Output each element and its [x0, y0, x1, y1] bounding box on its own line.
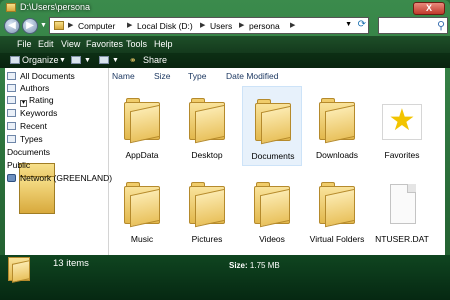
recent-pages-dropdown[interactable]: ▼	[40, 22, 47, 29]
nav-item-public[interactable]: Public	[7, 160, 55, 214]
navigation-row: ◀ ▶ ▼ ▶ Computer ▶ Local Disk (D:) ▶ Use…	[0, 16, 450, 36]
menu-tools[interactable]: Tools	[126, 39, 147, 49]
column-header-date-modified[interactable]: Date Modified	[226, 71, 278, 81]
folder-icon	[8, 257, 30, 283]
file-item-documents[interactable]: Documents	[242, 86, 302, 166]
views-icon[interactable]	[71, 56, 81, 64]
layout-icon[interactable]	[99, 56, 109, 64]
views-dropdown-icon[interactable]: ▼	[84, 57, 91, 64]
menu-favorites[interactable]: Favorites	[86, 39, 123, 49]
file-item-music[interactable]: Music	[112, 170, 172, 250]
organize-button[interactable]: Organize	[22, 55, 59, 65]
search-folder-icon	[7, 72, 16, 80]
explorer-window: D:\Users\persona X ◀ ▶ ▼ ▶ Computer ▶ Lo…	[0, 0, 450, 300]
chevron-right-icon[interactable]: ▶	[200, 21, 205, 29]
menu-help[interactable]: Help	[154, 39, 173, 49]
close-button[interactable]: X	[413, 2, 445, 15]
layout-dropdown-icon[interactable]: ▼	[112, 57, 119, 64]
menu-file[interactable]: File	[17, 39, 32, 49]
file-item-favorites[interactable]: ★ Favorites	[372, 86, 432, 166]
content-area: All Documents Authors ▾ Rating Keywords R…	[5, 68, 445, 255]
chevron-right-icon[interactable]: ▶	[290, 21, 295, 29]
file-item-desktop[interactable]: Desktop	[177, 86, 237, 166]
organize-icon	[10, 56, 20, 64]
nav-item-network[interactable]: Network (GREENLAND)	[7, 173, 112, 184]
network-icon	[7, 174, 16, 182]
file-item-ntuser-dat[interactable]: NTUSER.DAT	[372, 170, 432, 250]
folder-icon	[6, 3, 16, 12]
share-icon: ⚭	[129, 55, 137, 65]
file-item-appdata[interactable]: AppData	[112, 86, 172, 166]
nav-item-recent[interactable]: Recent	[7, 121, 47, 132]
menu-bar: File Edit View Favorites Tools Help	[0, 36, 450, 53]
file-label: Favorites	[384, 150, 420, 160]
refresh-icon[interactable]: ⟳	[358, 19, 366, 30]
navigation-pane: All Documents Authors ▾ Rating Keywords R…	[5, 68, 112, 255]
search-folder-icon	[7, 96, 16, 104]
chevron-right-icon[interactable]: ▶	[68, 21, 73, 29]
music-folder-icon	[124, 182, 160, 228]
address-dropdown-icon[interactable]: ▼	[345, 21, 352, 28]
nav-item-keywords[interactable]: Keywords	[7, 108, 57, 119]
search-folder-icon	[7, 84, 16, 92]
chevron-right-icon[interactable]: ▶	[239, 21, 244, 29]
search-input[interactable]: ⚲	[378, 17, 448, 34]
file-grid: AppData Desktop Documents Downloads ★ Fa…	[109, 82, 445, 255]
nav-item-types[interactable]: Types	[7, 134, 43, 145]
nav-item-documents[interactable]: Documents	[7, 147, 55, 201]
folder-icon	[189, 98, 225, 144]
window-title: D:\Users\persona	[20, 2, 91, 12]
folder-icon	[54, 21, 64, 30]
favorites-star-icon: ★	[382, 104, 422, 140]
column-header-size[interactable]: Size	[154, 71, 171, 81]
search-icon[interactable]: ⚲	[437, 19, 445, 32]
address-bar[interactable]: ▶ Computer ▶ Local Disk (D:) ▶ Users ▶ p…	[49, 17, 369, 34]
column-headers: Name Size Type Date Modified	[109, 68, 445, 82]
nav-item-all-documents[interactable]: All Documents	[7, 71, 75, 82]
column-header-type[interactable]: Type	[188, 71, 206, 81]
file-item-downloads[interactable]: Downloads	[307, 86, 367, 166]
videos-folder-icon	[254, 182, 290, 228]
command-toolbar: Organize ▼ ▼ ▼ ⚭ Share	[0, 53, 450, 68]
menu-edit[interactable]: Edit	[38, 39, 54, 49]
file-item-pictures[interactable]: Pictures	[177, 170, 237, 250]
pictures-folder-icon	[189, 182, 225, 228]
breadcrumb-persona[interactable]: persona	[249, 21, 280, 31]
details-pane: 13 items Size: 1.75 MB	[0, 255, 450, 300]
file-icon	[390, 184, 416, 224]
search-folder-icon	[7, 109, 16, 117]
documents-folder-icon	[255, 99, 291, 145]
title-bar[interactable]: D:\Users\persona X	[0, 0, 450, 16]
folder-icon	[124, 98, 160, 144]
folder-icon	[319, 98, 355, 144]
size-info: Size: 1.75 MB	[229, 261, 280, 270]
search-folder-icon	[7, 135, 16, 143]
file-label: NTUSER.DAT	[375, 234, 429, 244]
chevron-right-icon[interactable]: ▶	[127, 21, 132, 29]
nav-item-authors[interactable]: Authors	[7, 83, 49, 94]
column-header-name[interactable]: Name	[112, 71, 135, 81]
search-folder-icon	[7, 122, 16, 130]
share-button[interactable]: Share	[143, 55, 167, 65]
breadcrumb-users[interactable]: Users	[210, 21, 232, 31]
back-button[interactable]: ◀	[4, 18, 20, 34]
file-item-videos[interactable]: Videos	[242, 170, 302, 250]
forward-button[interactable]: ▶	[22, 18, 38, 34]
expand-checkbox-icon[interactable]: ▾	[20, 100, 27, 107]
organize-dropdown-icon[interactable]: ▼	[59, 57, 66, 64]
nav-item-rating[interactable]: ▾ Rating	[7, 95, 54, 107]
file-label: Desktop	[191, 150, 223, 160]
breadcrumb-local-disk[interactable]: Local Disk (D:)	[137, 21, 193, 31]
file-item-virtual-folders[interactable]: Virtual Folders	[307, 170, 367, 250]
item-count: 13 items	[53, 258, 89, 269]
breadcrumb-computer[interactable]: Computer	[78, 21, 115, 31]
folder-icon	[319, 182, 355, 228]
menu-view[interactable]: View	[61, 39, 80, 49]
